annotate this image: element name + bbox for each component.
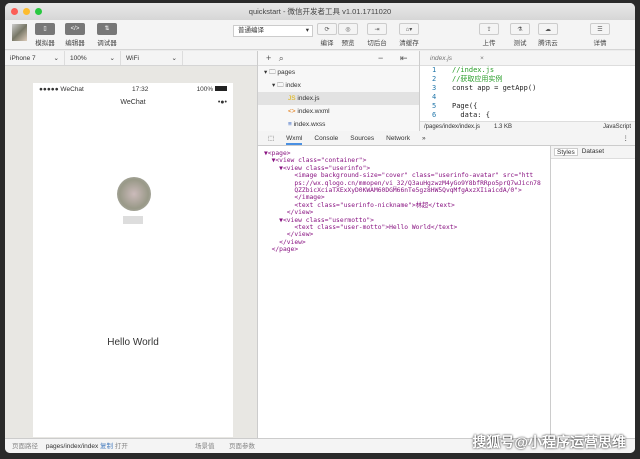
debug-icon: ⇅ — [97, 23, 117, 35]
close-tab-icon[interactable]: × — [480, 55, 484, 62]
wxml-node[interactable]: <text class="user-motto">Hello World</te… — [264, 224, 544, 231]
phone-screen: ●●●●● WeChat 17:32 100% WeChat •●• Hello Wo… — [33, 83, 233, 437]
upload-button[interactable]: ⇪ 上传 — [479, 23, 499, 47]
code-line: 1//index.js — [432, 66, 495, 74]
status-bar: ●●●●● WeChat 17:32 100% — [33, 83, 233, 96]
device-select[interactable]: iPhone 7 ⌄ — [5, 51, 65, 65]
user-avatar[interactable] — [12, 24, 27, 41]
details-button[interactable]: ☰ 详情 — [590, 23, 610, 47]
tab-wxml[interactable]: Wxml — [286, 131, 303, 145]
wxml-node[interactable]: </view> — [264, 209, 544, 216]
code-line: 3 const app = getApp() — [432, 84, 537, 92]
simulator-button[interactable]: ▯ 模拟器 — [35, 23, 55, 47]
wxml-node[interactable]: ▼<page> — [264, 150, 544, 157]
wxml-node[interactable]: <image background-size="cover" class="us… — [264, 172, 544, 179]
page-path: pages/index/index — [45, 443, 99, 450]
tree-folder-pages[interactable]: ▾ 🗀 pages — [258, 66, 419, 79]
wxml-node[interactable]: </page> — [264, 246, 544, 253]
cloud-icon: ☁ — [538, 23, 558, 35]
tab-network[interactable]: Network — [386, 131, 410, 145]
debugger-button[interactable]: ⇅ 调试器 — [97, 23, 117, 47]
toggle-icon[interactable]: ⇤ — [400, 51, 408, 66]
tab-sources[interactable]: Sources — [350, 131, 374, 145]
wxml-node[interactable]: </image> — [264, 194, 544, 201]
editor-status-bar: /pages/index/index.js 1.3 KB JavaScript — [420, 121, 635, 131]
simulator-panel: iPhone 7 ⌄ 100% ⌄ WiFi ⌄ ●●●●● WeChat 17:32 1… — [5, 51, 258, 438]
window-title: quickstart - 微信开发者工具 v1.01.1711020 — [248, 7, 392, 16]
preview-button[interactable]: ◎ 预览 — [338, 23, 358, 47]
clear-cache-button[interactable]: ⌂▾ 清缓存 — [399, 23, 419, 47]
code-line: 2//获取应用实例 — [432, 75, 503, 83]
code-icon: </> — [65, 23, 85, 35]
wxml-node[interactable]: ps://wx.qlogo.cn/mmopen/vi_32/Q3auHgzwzM… — [264, 180, 544, 187]
battery-icon — [215, 86, 227, 91]
motto-text: Hello World — [107, 337, 159, 348]
tree-file-index-js[interactable]: JS index.js — [258, 92, 419, 105]
nav-bar: WeChat •●• — [120, 99, 227, 106]
code-editor[interactable]: index.js × 1//index.js 2//获取应用实例 3 const app… — [420, 51, 635, 131]
wxml-node[interactable]: QZZbicXciaTXExXyD0KWAM60DGM66nTe5gz8HW5Q… — [264, 187, 544, 194]
more-icon[interactable]: •●• — [218, 99, 227, 106]
wxml-node[interactable]: </view> — [264, 231, 544, 238]
wxml-node[interactable]: ▼<view class="usermotto"> — [264, 217, 544, 224]
code-line: 5 Page({ — [432, 102, 478, 110]
phone-icon: ▯ — [35, 23, 55, 35]
file-tree: + ⌕ − ⇤ ▾ 🗀 pages ▾ 🗀 index JS index.js <>… — [258, 51, 420, 131]
tree-file-index-wxml[interactable]: <> index.wxml — [258, 105, 419, 118]
menu-icon: ☰ — [590, 23, 610, 35]
editor-tab[interactable]: index.js × — [420, 51, 635, 66]
wxml-node[interactable]: ▼<view class="container"> — [264, 157, 544, 164]
tab-console[interactable]: Console — [314, 131, 338, 145]
test-button[interactable]: ⚗ 测试 — [510, 23, 530, 47]
inspect-icon[interactable]: ⬚ — [268, 131, 274, 145]
toolbar: ▯ 模拟器 </> 编辑器 ⇅ 调试器 普通编译 ▾ ⟳ 编译 ◎ 预览 ⇥ 切后台 ⌂▾ 清缓… — [5, 20, 635, 50]
zoom-select[interactable]: 100% ⌄ — [65, 51, 121, 65]
tree-file-index-wxss[interactable]: ≡ index.wxss — [258, 118, 419, 131]
scene-value[interactable]: 场景值 — [195, 439, 215, 453]
user-avatar-image — [117, 177, 151, 211]
page-params[interactable]: 页面参数 — [229, 439, 255, 453]
nickname-blurred — [123, 216, 143, 224]
minimize-button[interactable] — [23, 8, 30, 15]
wxml-node[interactable]: ▼<view class="userinfo"> — [264, 165, 544, 172]
refresh-icon: ⟳ — [317, 23, 337, 35]
collapse-icon[interactable]: − — [378, 51, 383, 66]
zoom-button[interactable] — [35, 8, 42, 15]
tab-styles[interactable]: Styles — [554, 148, 578, 156]
compile-button[interactable]: ⟳ 编译 — [317, 23, 337, 47]
test-icon: ⚗ — [510, 23, 530, 35]
wxml-tree[interactable]: ▼<page> ▼<view class="container"> ▼<view… — [258, 146, 550, 438]
close-button[interactable] — [11, 8, 18, 15]
watermark: 搜狐号@小程序运营思维 — [472, 434, 626, 450]
more-tabs[interactable]: » — [422, 131, 426, 145]
tab-dataset[interactable]: Dataset — [582, 148, 604, 156]
cloud-button[interactable]: ☁ 腾讯云 — [538, 23, 558, 47]
styles-panel: Styles Dataset — [550, 146, 635, 438]
eye-icon: ◎ — [338, 23, 358, 35]
add-icon[interactable]: + — [266, 53, 271, 63]
compile-mode-select[interactable]: 普通编译 ▾ — [233, 25, 313, 37]
devtools-tabs: ⬚ Wxml Console Sources Network » ⋮ — [258, 131, 635, 146]
network-select[interactable]: WiFi ⌄ — [121, 51, 183, 65]
clear-cache-icon: ⌂▾ — [399, 23, 419, 35]
background-icon: ⇥ — [367, 23, 387, 35]
title-bar: quickstart - 微信开发者工具 v1.01.1711020 — [5, 3, 635, 20]
background-button[interactable]: ⇥ 切后台 — [367, 23, 387, 47]
wxml-node[interactable]: </view> — [264, 239, 544, 246]
code-line: 6 data: { — [432, 111, 490, 119]
app-window: quickstart - 微信开发者工具 v1.01.1711020 ▯ 模拟器 … — [5, 3, 635, 453]
code-line: 4 — [432, 93, 437, 101]
wxml-node[interactable]: <text class="userinfo-nickname">林超</text… — [264, 202, 544, 209]
upload-icon: ⇪ — [479, 23, 499, 35]
search-icon[interactable]: ⌕ — [279, 53, 284, 63]
tree-folder-index[interactable]: ▾ 🗀 index — [258, 79, 419, 92]
kebab-icon[interactable]: ⋮ — [623, 131, 636, 145]
editor-button[interactable]: </> 编辑器 — [65, 23, 85, 47]
copy-link[interactable]: 复制 — [100, 443, 113, 450]
open-link[interactable]: 打开 — [115, 443, 128, 450]
